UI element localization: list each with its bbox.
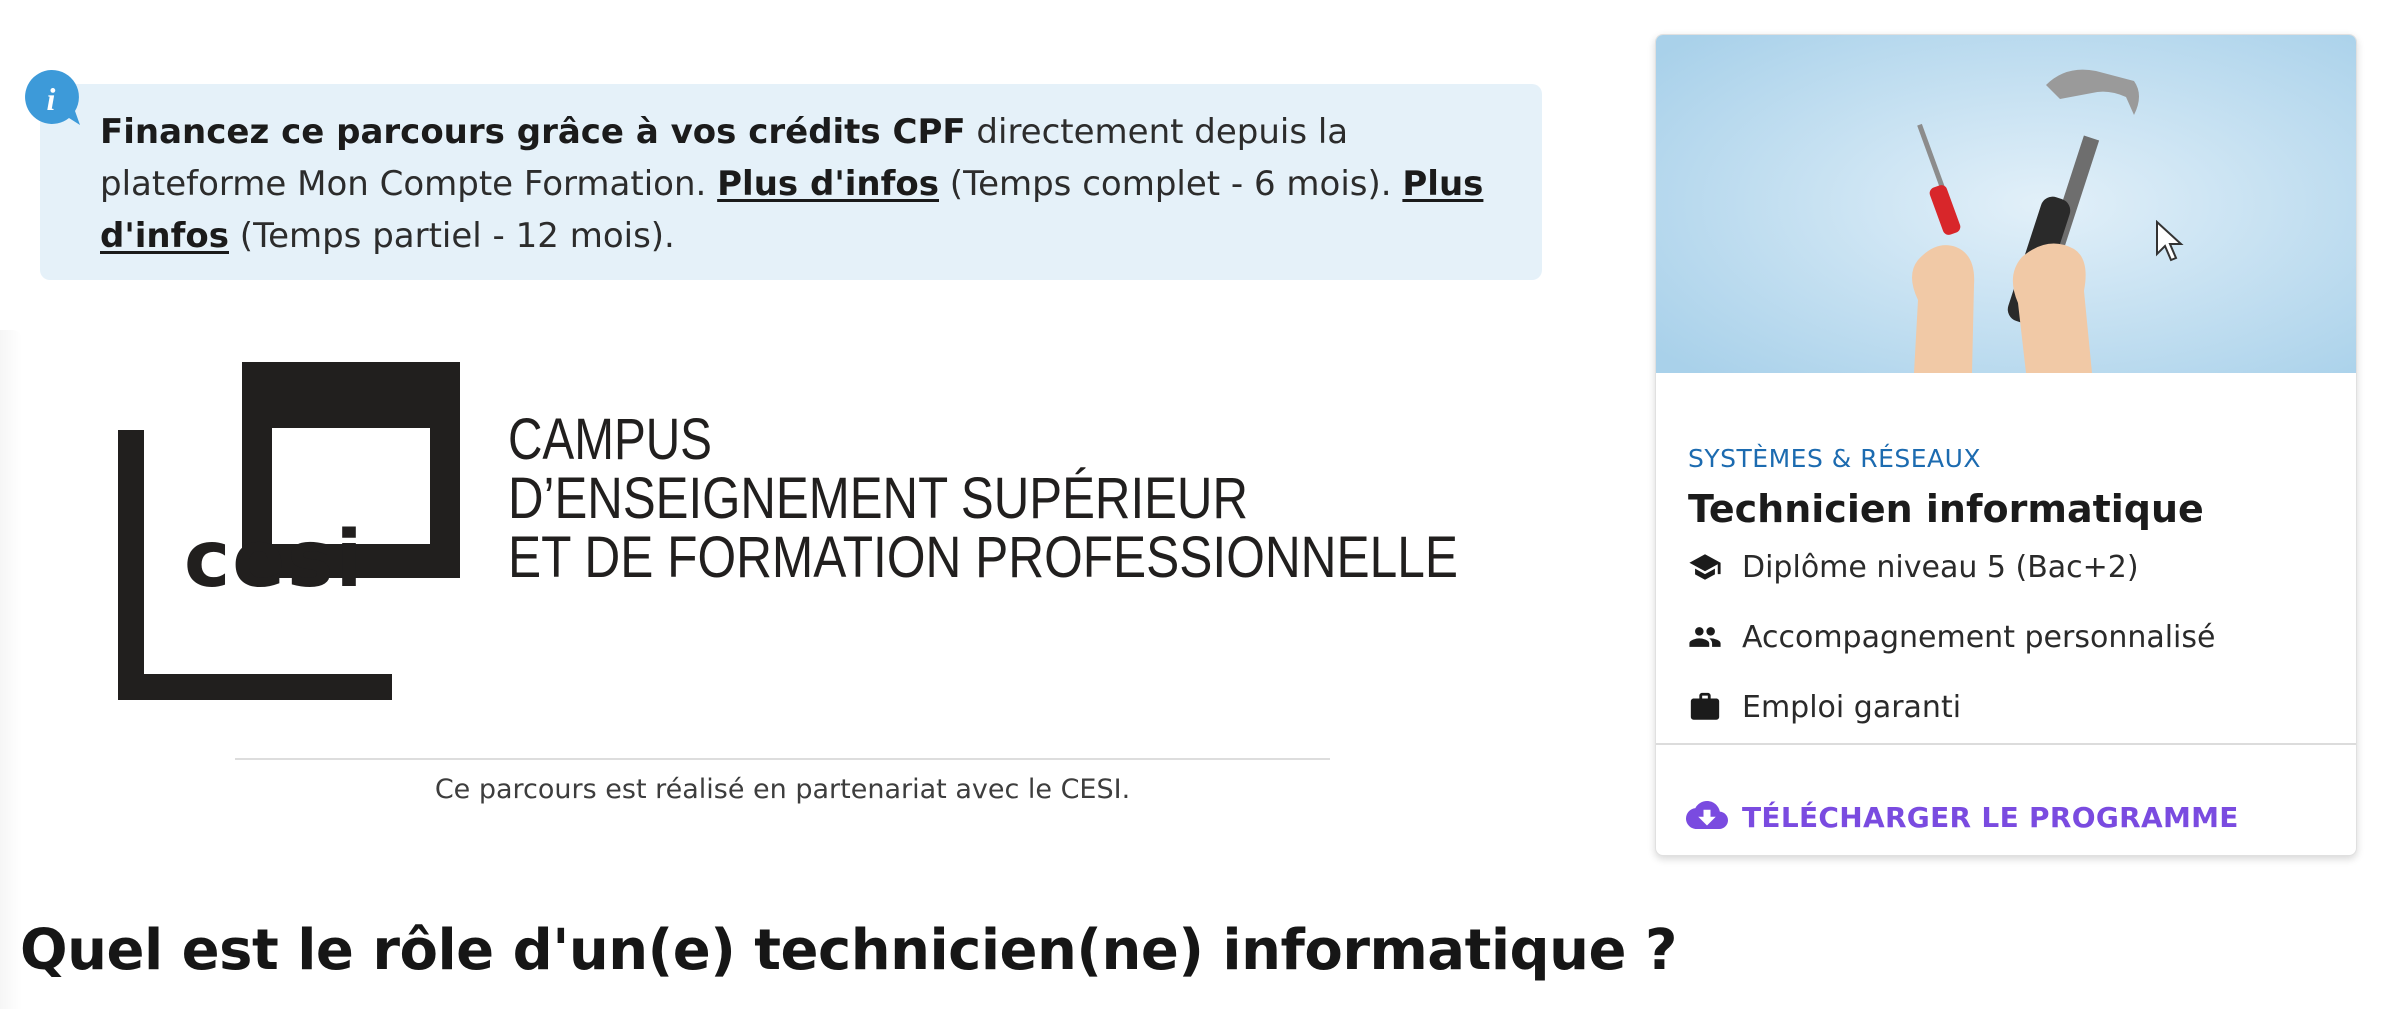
full-time-text: (Temps complet - 6 mois). — [939, 164, 1403, 204]
cesi-logo: cesi CAMPUS D’ENSEIGNEMENT SUPÉRIEUR ET … — [118, 362, 1458, 700]
feature-support-label: Accompagnement personnalisé — [1742, 619, 2216, 655]
cloud-download-icon — [1686, 799, 1728, 835]
cesi-logo-line-2: D’ENSEIGNEMENT SUPÉRIEUR — [508, 466, 1248, 531]
card-divider — [1656, 743, 2356, 745]
cesi-logo-line-1: CAMPUS — [508, 407, 712, 472]
cesi-logo-word: cesi — [184, 515, 364, 605]
course-card: SYSTÈMES & RÉSEAUX Technicien informatiq… — [1655, 34, 2357, 856]
people-icon — [1686, 618, 1724, 656]
partner-divider — [235, 758, 1330, 760]
feature-diploma: Diplôme niveau 5 (Bac+2) — [1686, 547, 2139, 587]
info-icon: i — [25, 69, 81, 125]
feature-employment-label: Emploi garanti — [1742, 689, 1962, 725]
feature-diploma-label: Diplôme niveau 5 (Bac+2) — [1742, 549, 2139, 585]
more-info-link-full-time[interactable]: Plus d'infos — [717, 164, 939, 204]
download-program-label: TÉLÉCHARGER LE PROGRAMME — [1742, 800, 2239, 834]
cpf-bold-text: Financez ce parcours grâce à vos crédits… — [100, 112, 966, 152]
download-program-button[interactable]: TÉLÉCHARGER LE PROGRAMME — [1686, 799, 2239, 835]
cesi-logo-line-3: ET DE FORMATION PROFESSIONNELLE — [508, 525, 1458, 590]
info-icon-letter: i — [47, 81, 56, 117]
feature-support: Accompagnement personnalisé — [1686, 617, 2215, 657]
section-heading: Quel est le rôle d'un(e) technicien(ne) … — [20, 918, 1677, 983]
card-category: SYSTÈMES & RÉSEAUX — [1688, 444, 1982, 473]
graduation-cap-icon — [1686, 548, 1724, 586]
cpf-info-banner: Financez ce parcours grâce à vos crédits… — [40, 84, 1542, 280]
mouse-pointer-icon — [2156, 220, 2184, 262]
card-hero-image — [1656, 35, 2356, 373]
partner-caption: Ce parcours est réalisé en partenariat a… — [434, 774, 1131, 805]
briefcase-icon — [1686, 688, 1724, 726]
feature-employment: Emploi garanti — [1686, 687, 1961, 727]
content-panel-shadow — [0, 330, 22, 1009]
card-title: Technicien informatique — [1688, 487, 2204, 531]
part-time-text: (Temps partiel - 12 mois). — [229, 216, 675, 256]
